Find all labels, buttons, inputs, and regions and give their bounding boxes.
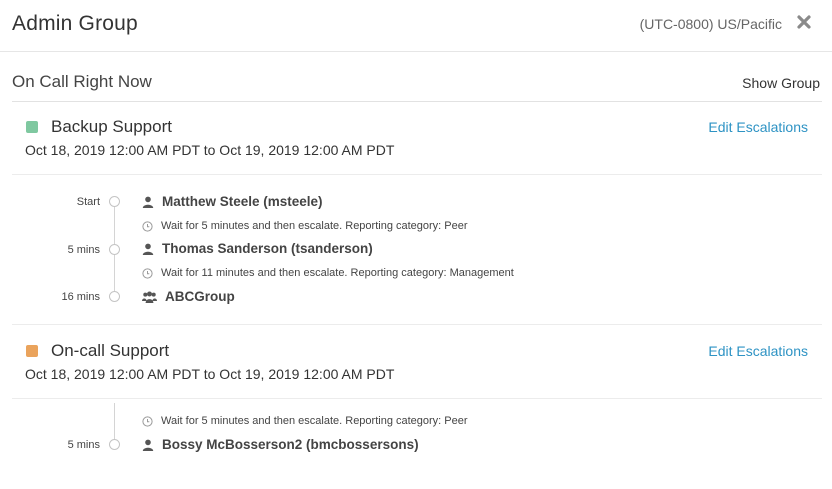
schedule-header: On-call Support Oct 18, 2019 12:00 AM PD… [12,325,822,399]
modal-header: Admin Group (UTC-0800) US/Pacific [0,0,832,52]
escalation-group[interactable]: ABCGroup [142,289,235,304]
on-call-title: On Call Right Now [12,72,152,91]
escalation-wait: Wait for 11 minutes and then escalate. R… [142,267,514,279]
schedule-name: Backup Support [51,117,172,136]
timezone-label: (UTC-0800) US/Pacific [639,16,782,32]
show-group-button[interactable]: Show Group [742,75,820,91]
wait-text: Wait for 5 minutes and then escalate. Re… [161,415,468,427]
schedule-range: Oct 18, 2019 12:00 AM PDT to Oct 19, 201… [25,366,395,382]
timeline-line [114,403,115,440]
user-icon [142,439,154,451]
wait-text: Wait for 5 minutes and then escalate. Re… [161,220,468,232]
page-title: Admin Group [12,12,138,35]
escalation-user[interactable]: Thomas Sanderson (tsanderson) [142,241,373,256]
clock-icon [142,415,153,427]
escalation-user-name: Thomas Sanderson (tsanderson) [162,241,373,256]
timeline-node [109,291,120,302]
escalation-user[interactable]: Matthew Steele (msteele) [142,194,323,209]
escalation-user[interactable]: Bossy McBosserson2 (bmcbossersons) [142,437,419,452]
schedule-name: On-call Support [51,341,170,360]
step-time-label: 5 mins [67,244,100,256]
escalation-timeline: Start Matthew Steele (msteele) Wait for … [12,175,822,325]
user-icon [142,196,154,208]
escalation-user-name: Bossy McBosserson2 (bmcbossersons) [162,437,419,452]
edit-escalations-link[interactable]: Edit Escalations [708,119,808,135]
on-call-bar: On Call Right Now Show Group [12,62,822,102]
schedule-backup-support: Backup Support Oct 18, 2019 12:00 AM PDT… [12,101,822,325]
step-time-label: Start [76,196,100,208]
escalation-timeline: Wait for 5 minutes and then escalate. Re… [12,398,822,488]
clock-icon [142,267,153,279]
escalation-group-name: ABCGroup [165,289,235,304]
schedule-color-swatch [26,345,38,357]
edit-escalations-link[interactable]: Edit Escalations [708,343,808,359]
schedule-on-call-support: On-call Support Oct 18, 2019 12:00 AM PD… [12,325,822,489]
escalation-wait: Wait for 5 minutes and then escalate. Re… [142,415,468,427]
schedule-range: Oct 18, 2019 12:00 AM PDT to Oct 19, 201… [25,142,395,158]
clock-icon [142,220,153,232]
escalation-user-name: Matthew Steele (msteele) [162,194,323,209]
wait-text: Wait for 11 minutes and then escalate. R… [161,267,514,279]
timeline-node [109,244,120,255]
user-icon [142,243,154,255]
group-icon [142,291,157,303]
step-time-label: 5 mins [67,439,100,451]
step-time-label: 16 mins [61,291,100,303]
timeline-node [109,196,120,207]
escalation-wait: Wait for 5 minutes and then escalate. Re… [142,220,468,232]
schedule-header: Backup Support Oct 18, 2019 12:00 AM PDT… [12,101,822,175]
timeline-node [109,439,120,450]
close-icon[interactable] [796,14,812,30]
schedule-color-swatch [26,121,38,133]
